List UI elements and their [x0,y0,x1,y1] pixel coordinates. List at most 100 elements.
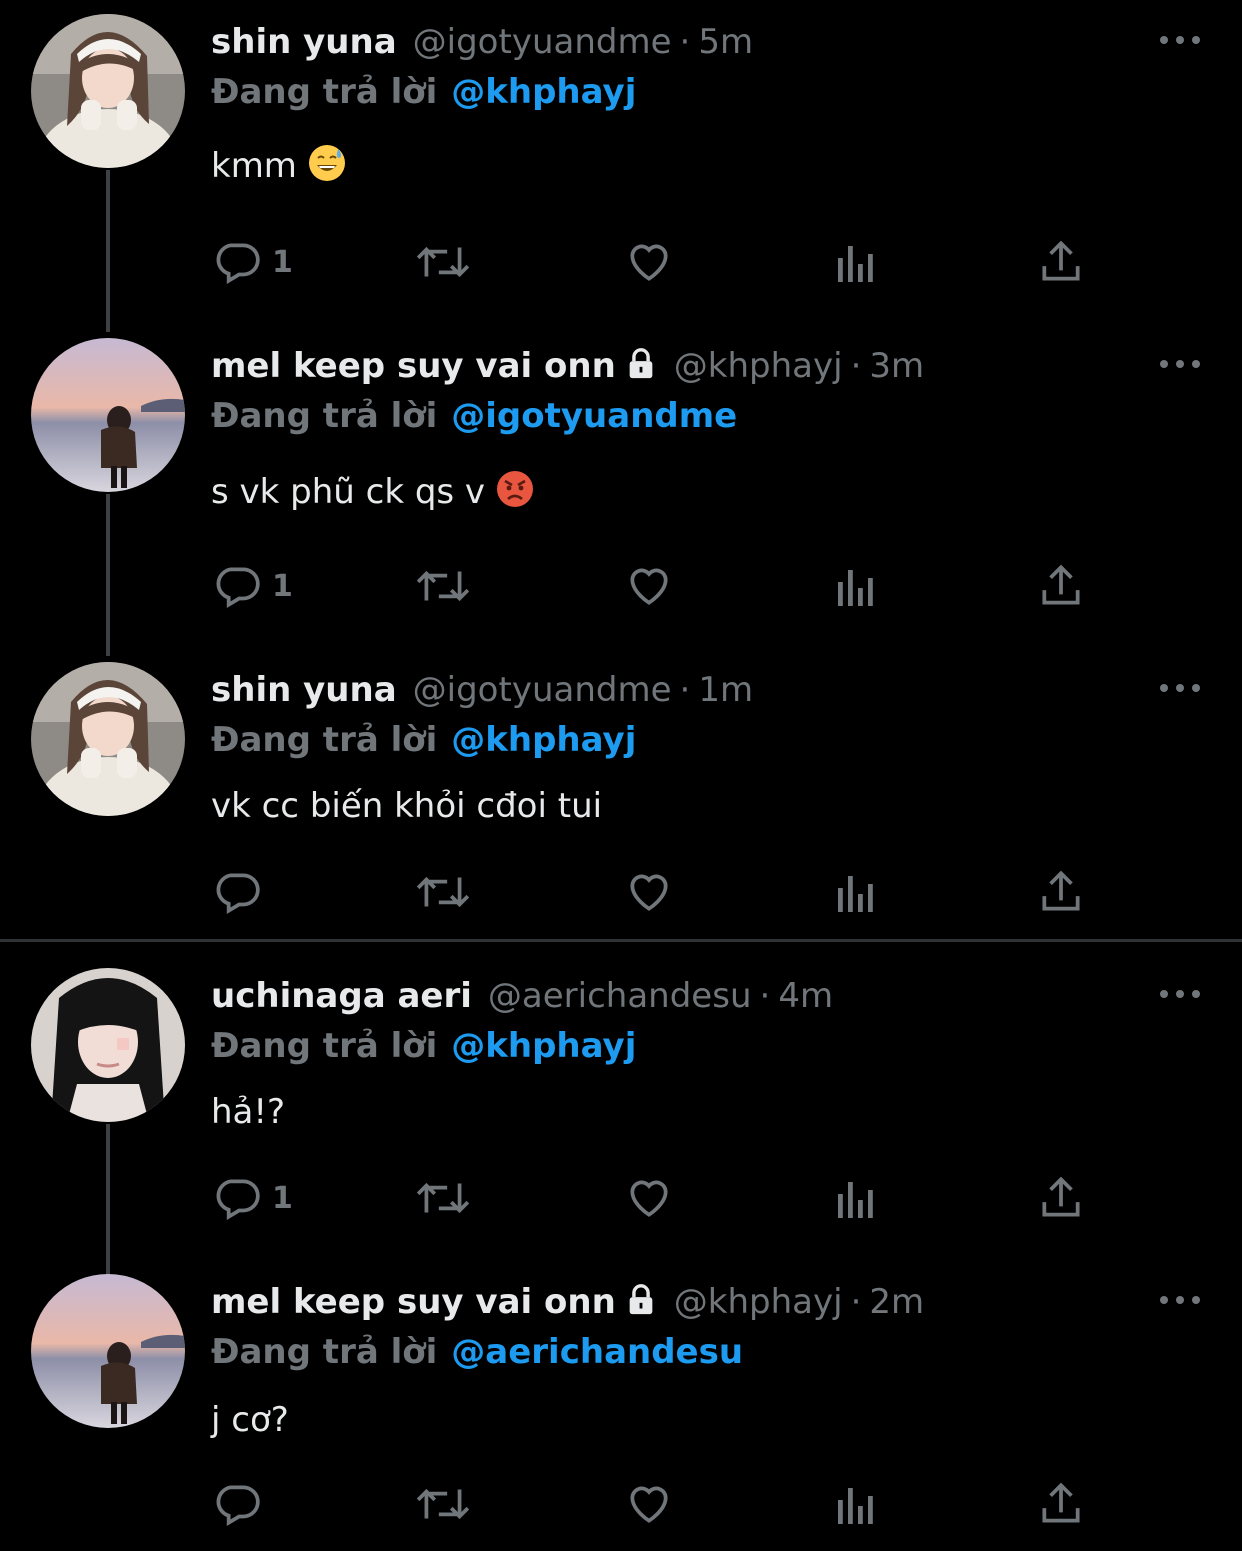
heart-icon [624,561,674,611]
reply-button[interactable]: 1 [212,560,293,612]
retweet-icon [414,237,472,287]
thread-line [106,318,110,330]
more-icon[interactable] [1158,354,1202,374]
lock-icon [624,346,658,394]
views-icon [834,867,878,917]
replying-to: Đang trả lời @khphayj [211,68,636,116]
tweet-text-content: vk cc biến khỏi cđoi tui [211,786,603,826]
handle[interactable]: @igotyuandme [413,670,672,710]
tweet[interactable]: shin yuna @igotyuandme · 1m Đang trả lời @kh… [0,642,1242,938]
like-button[interactable] [624,1478,674,1530]
views-button[interactable] [834,560,878,612]
tweet[interactable]: mel keep suy vai onn @khphayj · 2m Đang trả… [0,1254,1242,1551]
tweet-header: mel keep suy vai onn @khphayj · 3m [211,342,924,390]
handle[interactable]: @aerichandesu [488,976,752,1016]
thread-line [106,642,110,654]
timestamp[interactable]: 5m [698,22,753,62]
tweet[interactable]: uchinaga aeri @aerichandesu · 4m Đang trả l… [0,954,1242,1286]
more-icon[interactable] [1158,30,1202,50]
share-button[interactable] [1036,1478,1086,1530]
thread-line [106,494,110,656]
retweet-button[interactable] [414,560,472,612]
views-button[interactable] [834,866,878,918]
retweet-button[interactable] [414,1478,472,1530]
avatar[interactable] [31,968,185,1122]
thread-line [106,170,110,332]
more-icon[interactable] [1158,1290,1202,1310]
share-icon [1036,1479,1086,1529]
handle[interactable]: @igotyuandme [413,22,672,62]
reply-button[interactable] [212,866,272,918]
views-icon [834,1173,878,1223]
avatar[interactable] [31,14,185,168]
timestamp[interactable]: 3m [869,346,924,386]
lock-icon [624,1282,658,1330]
handle[interactable]: @khphayj [674,346,843,386]
display-name[interactable]: shin yuna [211,670,397,710]
avatar[interactable] [31,662,185,816]
mention-link[interactable]: @khphayj [451,72,636,112]
like-button[interactable] [624,866,674,918]
mention-link[interactable]: @aerichandesu [451,1332,743,1372]
heart-icon [624,867,674,917]
retweet-icon [414,867,472,917]
display-name[interactable]: uchinaga aeri [211,976,472,1016]
mention-link[interactable]: @khphayj [451,720,636,760]
share-button[interactable] [1036,1172,1086,1224]
more-icon[interactable] [1158,678,1202,698]
reply-button[interactable]: 1 [212,1172,293,1224]
reply-button[interactable]: 1 [212,236,293,288]
tweet-header: mel keep suy vai onn @khphayj · 2m [211,1278,924,1326]
separator-dot: · [679,22,691,62]
share-button[interactable] [1036,866,1086,918]
separator-dot: · [850,1282,862,1322]
reply-icon [212,1479,262,1529]
retweet-icon [414,1173,472,1223]
mention-link[interactable]: @khphayj [451,1026,636,1066]
like-button[interactable] [624,560,674,612]
display-name[interactable]: mel keep suy vai onn [211,1282,616,1322]
heart-icon [624,1479,674,1529]
like-button[interactable] [624,1172,674,1224]
heart-icon [624,1173,674,1223]
views-button[interactable] [834,236,878,288]
mention-link[interactable]: @igotyuandme [451,396,737,436]
replying-to-label: Đang trả lời [211,1332,438,1372]
replying-to: Đang trả lời @khphayj [211,716,636,764]
replying-to-label: Đang trả lời [211,72,438,112]
thread-divider [0,939,1242,942]
tweet-text-content: j cơ? [211,1400,289,1440]
reply-icon [212,561,262,611]
thread-line [106,1254,110,1266]
display-name[interactable]: shin yuna [211,22,397,62]
angry-face-emoji-icon [495,469,535,524]
reply-icon [212,1173,262,1223]
timestamp[interactable]: 1m [698,670,753,710]
tweet-text: s vk phũ ck qs v [211,466,535,518]
avatar[interactable] [31,338,185,492]
more-icon[interactable] [1158,984,1202,1004]
views-button[interactable] [834,1478,878,1530]
reply-count: 1 [272,1180,293,1216]
views-button[interactable] [834,1172,878,1224]
separator-dot: · [759,976,771,1016]
retweet-button[interactable] [414,236,472,288]
retweet-button[interactable] [414,866,472,918]
share-button[interactable] [1036,560,1086,612]
display-name[interactable]: mel keep suy vai onn [211,346,616,386]
avatar[interactable] [31,1274,185,1428]
timestamp[interactable]: 2m [869,1282,924,1322]
share-button[interactable] [1036,236,1086,288]
tweet[interactable]: mel keep suy vai onn @khphayj · 3m Đang trả… [0,318,1242,656]
timestamp[interactable]: 4m [778,976,833,1016]
replying-to: Đang trả lời @aerichandesu [211,1328,743,1376]
replying-to-label: Đang trả lời [211,720,438,760]
share-icon [1036,237,1086,287]
like-button[interactable] [624,236,674,288]
replying-to: Đang trả lời @igotyuandme [211,392,737,440]
tweet[interactable]: shin yuna @igotyuandme · 5m Đang trả lời @kh… [0,0,1242,332]
handle[interactable]: @khphayj [674,1282,843,1322]
retweet-button[interactable] [414,1172,472,1224]
reply-button[interactable] [212,1478,272,1530]
tweet-header: shin yuna @igotyuandme · 1m [211,666,753,714]
